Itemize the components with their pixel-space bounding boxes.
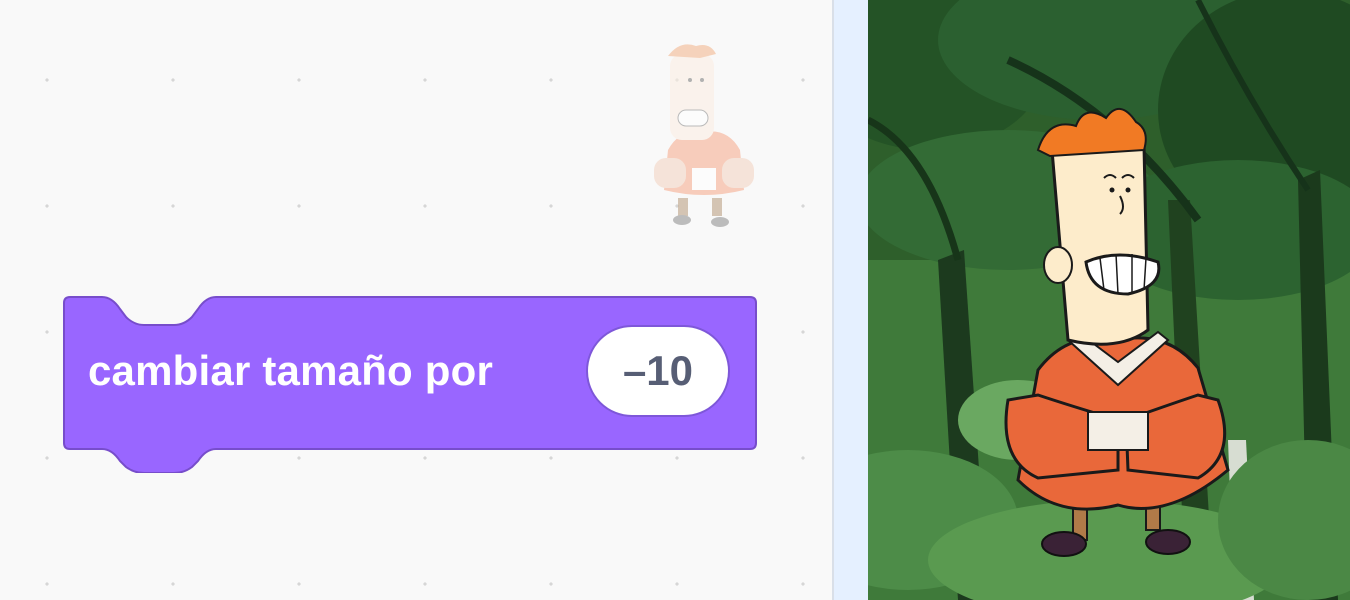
size-change-input[interactable]: –10 [586,325,730,417]
block-label: cambiar tamaño por [88,347,494,394]
sprite-thumbnail-icon [640,40,770,232]
change-size-block[interactable]: cambiar tamaño por –10 [62,295,758,473]
panel-divider [832,0,868,600]
stage[interactable] [868,0,1350,600]
code-workspace[interactable]: cambiar tamaño por –10 [0,0,832,600]
boy-character-sprite [1004,108,1230,557]
